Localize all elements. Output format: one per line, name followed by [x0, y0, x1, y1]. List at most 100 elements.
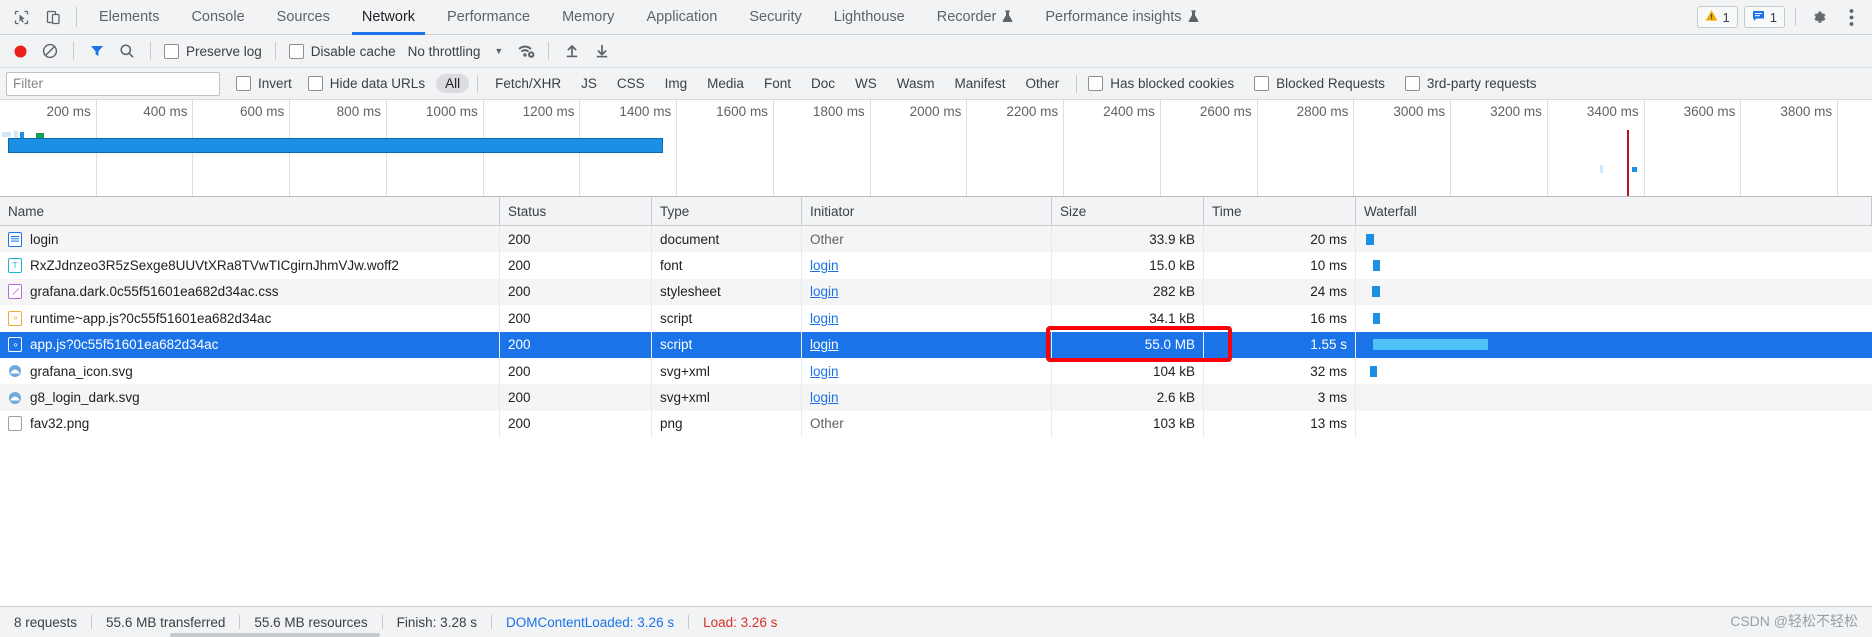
filter-type-font[interactable]: Font — [755, 74, 800, 93]
disable-cache-checkbox[interactable]: Disable cache — [285, 43, 400, 59]
table-row[interactable]: T RxZJdnzeo3R5zSexge8UUVtXRa8TVwTICgirnJh… — [0, 252, 1872, 279]
cell-time: 13 ms — [1204, 410, 1356, 438]
column-header-waterfall[interactable]: Waterfall — [1356, 197, 1872, 225]
tab-network[interactable]: Network — [346, 0, 431, 35]
initiator-link[interactable]: login — [810, 284, 839, 299]
waterfall-bar — [1373, 312, 1380, 324]
network-overview[interactable]: 200 ms 400 ms 600 ms 800 ms 1000 ms 1200 ms 14… — [0, 100, 1872, 197]
initiator-link[interactable]: login — [810, 390, 839, 405]
cell-time: 16 ms — [1204, 305, 1356, 332]
initiator-link[interactable]: login — [810, 311, 839, 326]
import-har-icon[interactable] — [558, 38, 586, 64]
warnings-badge[interactable]: 1 — [1696, 6, 1738, 28]
tab-elements[interactable]: Elements — [83, 0, 175, 34]
tab-performance-insights[interactable]: Performance insights — [1029, 0, 1214, 34]
overview-tick-label: 3400 ms — [1586, 104, 1639, 119]
gear-icon[interactable] — [1806, 4, 1832, 30]
table-row[interactable]: grafana_icon.svg 200 svg+xml login 104 kB 32 … — [0, 357, 1872, 385]
tab-sources[interactable]: Sources — [261, 0, 346, 34]
cell-status: 200 — [500, 384, 652, 411]
network-conditions-icon[interactable] — [511, 38, 539, 64]
request-name: grafana_icon.svg — [30, 363, 133, 379]
cell-type: png — [652, 410, 802, 438]
kebab-menu-icon[interactable] — [1838, 4, 1864, 30]
hide-data-urls-checkbox[interactable]: Hide data URLs — [304, 76, 429, 91]
filter-type-doc[interactable]: Doc — [802, 74, 844, 93]
overview-tick-label: 3600 ms — [1683, 104, 1736, 119]
cell-waterfall — [1356, 384, 1872, 410]
third-party-requests-checkbox[interactable]: 3rd-party requests — [1401, 76, 1541, 91]
filter-type-wasm[interactable]: Wasm — [888, 74, 944, 93]
tab-label: Memory — [562, 9, 615, 25]
network-toolbar: Preserve log Disable cache No throttling… — [0, 35, 1872, 68]
inspect-element-icon[interactable] — [10, 6, 32, 28]
load-event-marker — [1627, 130, 1629, 196]
messages-badge[interactable]: 1 — [1743, 6, 1785, 28]
throttling-dropdown[interactable]: No throttling ▼ — [402, 44, 504, 59]
cell-waterfall — [1356, 332, 1872, 358]
search-button[interactable] — [113, 38, 141, 64]
column-header-initiator[interactable]: Initiator — [802, 197, 1052, 225]
tab-console[interactable]: Console — [175, 0, 260, 34]
filter-type-img[interactable]: Img — [656, 74, 697, 93]
column-header-name[interactable]: Name — [0, 197, 500, 225]
initiator-link[interactable]: login — [810, 337, 839, 352]
table-row[interactable]: g8_login_dark.svg 200 svg+xml login 2.6 kB 3 … — [0, 384, 1872, 411]
waterfall-bar — [1373, 260, 1380, 272]
filter-type-css[interactable]: CSS — [608, 74, 654, 93]
tab-application[interactable]: Application — [630, 0, 733, 34]
cell-size: 55.0 MB — [1052, 331, 1204, 358]
has-blocked-cookies-checkbox[interactable]: Has blocked cookies — [1084, 76, 1238, 91]
cell-initiator: login — [802, 278, 1052, 306]
device-toolbar-icon[interactable] — [42, 6, 64, 28]
table-row[interactable]: ‹› runtime~app.js?0c55f51601ea682d34ac 200… — [0, 305, 1872, 332]
tab-security[interactable]: Security — [733, 0, 817, 34]
filter-type-fetch-xhr[interactable]: Fetch/XHR — [486, 74, 570, 93]
filter-type-ws[interactable]: WS — [846, 74, 886, 93]
finish-time: Finish: 3.28 s — [396, 614, 477, 630]
overview-tick-label: 1000 ms — [425, 104, 478, 119]
third-party-box — [1404, 76, 1420, 91]
tab-label: Network — [361, 9, 416, 25]
blocked-requests-checkbox[interactable]: Blocked Requests — [1250, 76, 1389, 91]
invert-checkbox[interactable]: Invert — [232, 76, 296, 91]
export-har-icon[interactable] — [588, 38, 616, 64]
initiator-text: Other — [810, 416, 844, 432]
table-row[interactable]: grafana.dark.0c55f51601ea682d34ac.css 200… — [0, 278, 1872, 306]
cell-initiator: login — [802, 357, 1052, 385]
tab-recorder[interactable]: Recorder — [921, 0, 1030, 34]
preserve-log-checkbox[interactable]: Preserve log — [160, 43, 266, 59]
column-header-type[interactable]: Type — [652, 197, 802, 225]
column-header-size[interactable]: Size — [1052, 197, 1204, 225]
column-header-status[interactable]: Status — [500, 197, 652, 225]
tab-memory[interactable]: Memory — [546, 0, 630, 34]
cell-type: svg+xml — [652, 384, 802, 411]
font-file-icon: T — [8, 258, 22, 274]
filterbar-divider-1 — [477, 74, 479, 93]
table-row[interactable]: login 200 document Other 33.9 kB 20 ms — [0, 226, 1872, 253]
table-row[interactable]: ‹› app.js?0c55f51601ea682d34ac 200 script lo… — [0, 331, 1872, 358]
table-row[interactable]: fav32.png 200 png Other 103 kB 13 ms — [0, 410, 1872, 438]
cell-size: 2.6 kB — [1052, 384, 1204, 411]
filter-input[interactable] — [6, 71, 220, 96]
initiator-link[interactable]: login — [810, 258, 839, 273]
filter-type-manifest[interactable]: Manifest — [945, 74, 1014, 93]
overview-marker-late-b — [1632, 167, 1637, 172]
filter-button[interactable] — [83, 38, 111, 64]
tab-label: Recorder — [936, 9, 997, 25]
record-button[interactable] — [6, 38, 34, 64]
horizontal-scrollbar[interactable] — [170, 633, 380, 637]
tab-lighthouse[interactable]: Lighthouse — [818, 0, 921, 34]
stylesheet-file-icon — [8, 284, 22, 300]
blocked-requests-box — [1254, 76, 1270, 91]
filter-type-js[interactable]: JS — [572, 74, 606, 93]
column-header-time[interactable]: Time — [1204, 197, 1356, 225]
filter-type-media[interactable]: Media — [698, 74, 753, 93]
filter-type-all[interactable]: All — [436, 74, 470, 93]
clear-button[interactable] — [36, 38, 64, 64]
tab-performance[interactable]: Performance — [431, 0, 546, 34]
cell-waterfall — [1356, 279, 1872, 305]
initiator-link[interactable]: login — [810, 364, 839, 379]
filter-type-other[interactable]: Other — [1017, 74, 1069, 93]
overview-marker-a — [2, 132, 11, 137]
